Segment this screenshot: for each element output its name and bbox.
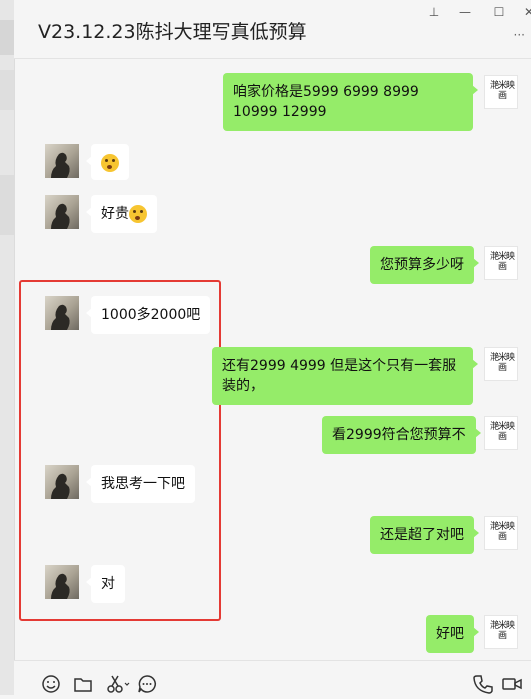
minimize-button[interactable]: —: [455, 2, 475, 22]
screenshot-button[interactable]: [104, 673, 132, 695]
self-avatar[interactable]: 滟米映画: [484, 347, 518, 381]
message-bubble-other[interactable]: 对: [86, 565, 125, 603]
message-bubble-self[interactable]: 好吧: [426, 615, 479, 653]
maximize-button[interactable]: ☐: [489, 2, 509, 22]
sidebar-strip-item[interactable]: [0, 70, 14, 110]
avatar-silhouette-icon: [51, 573, 70, 599]
contact-avatar[interactable]: [45, 144, 79, 178]
message-bubble-other[interactable]: 1000多2000吧: [85, 296, 211, 334]
minimize-icon: —: [459, 5, 471, 19]
message-bubble-other[interactable]: 好贵: [86, 195, 157, 233]
message-bubble-self[interactable]: 咱家价格是5999 6999 8999 10999 12999: [223, 73, 478, 131]
message-bubble-other[interactable]: [86, 144, 129, 180]
message-text: 好贵: [101, 206, 129, 222]
phone-icon: [473, 675, 493, 694]
sidebar-strip: [0, 0, 15, 695]
brand-logo: 滟米映画: [490, 422, 515, 442]
message-text: 还有2999 4999 但是这个只有一套服装的，: [222, 358, 457, 394]
self-avatar[interactable]: 滟米映画: [484, 416, 518, 450]
message-text: 对: [101, 576, 115, 592]
brand-logo: 滟米映画: [490, 522, 515, 542]
brand-logo: 滟米映画: [490, 81, 515, 101]
brand-logo: 滟米映画: [490, 353, 515, 373]
message-text: 1000多2000吧: [101, 307, 201, 323]
surprised-emoji-icon: [101, 154, 119, 172]
contact-avatar[interactable]: [45, 296, 79, 330]
surprised-emoji-icon: [129, 205, 147, 223]
pin-button[interactable]: ⊥: [424, 2, 444, 22]
contact-avatar[interactable]: [45, 565, 79, 599]
title-bar: V23.12.23陈抖大理写真低预算 ⊥ — ☐ ✕ ···: [14, 0, 531, 59]
message-bubble-other[interactable]: 我思考一下吧: [86, 465, 195, 503]
pin-icon: ⊥: [428, 5, 440, 19]
avatar-silhouette-icon: [51, 152, 70, 178]
folder-icon: [74, 678, 92, 692]
voice-call-button[interactable]: [472, 673, 494, 695]
more-icon: ···: [513, 28, 525, 42]
self-avatar[interactable]: 滟米映画: [484, 75, 518, 109]
emoji-button[interactable]: [40, 673, 62, 695]
more-options-button[interactable]: ···: [514, 28, 525, 42]
brand-logo: 滟米映画: [490, 621, 515, 641]
emoji-icon: [42, 675, 60, 693]
sidebar-strip-item[interactable]: [0, 175, 14, 235]
message-text: 我思考一下吧: [101, 476, 185, 492]
message-text: 咱家价格是5999 6999 8999 10999 12999: [233, 84, 419, 120]
video-call-icon: [502, 678, 522, 690]
chat-history-icon: [138, 675, 156, 693]
contact-avatar[interactable]: [45, 195, 79, 229]
chat-title: V23.12.23陈抖大理写真低预算: [38, 21, 307, 43]
close-icon: ✕: [523, 5, 531, 19]
contact-avatar[interactable]: [45, 465, 79, 499]
message-text: 看2999符合您预算不: [332, 427, 466, 443]
input-toolbar: [14, 660, 531, 696]
video-call-button[interactable]: [501, 673, 523, 695]
chat-history-button[interactable]: [136, 673, 158, 695]
message-text: 还是超了对吧: [380, 527, 464, 543]
scissors-icon: [107, 675, 130, 693]
avatar-silhouette-icon: [51, 203, 70, 229]
message-text: 好吧: [436, 626, 464, 642]
message-bubble-self[interactable]: 看2999符合您预算不: [322, 416, 481, 454]
self-avatar[interactable]: 滟米映画: [484, 615, 518, 649]
sidebar-strip-item[interactable]: [0, 20, 14, 55]
message-bubble-self[interactable]: 您预算多少呀: [370, 246, 479, 284]
message-text: 您预算多少呀: [380, 257, 464, 273]
brand-logo: 滟米映画: [490, 252, 515, 272]
self-avatar[interactable]: 滟米映画: [484, 516, 518, 550]
message-bubble-self[interactable]: 还有2999 4999 但是这个只有一套服装的，: [212, 347, 478, 405]
close-button[interactable]: ✕: [519, 2, 531, 22]
avatar-silhouette-icon: [51, 473, 70, 499]
file-button[interactable]: [72, 673, 94, 695]
maximize-icon: ☐: [493, 5, 505, 19]
message-bubble-self[interactable]: 还是超了对吧: [370, 516, 479, 554]
avatar-silhouette-icon: [51, 304, 70, 330]
chat-area[interactable]: 滟米映画 咱家价格是5999 6999 8999 10999 12999 好贵 …: [14, 59, 531, 653]
self-avatar[interactable]: 滟米映画: [484, 246, 518, 280]
